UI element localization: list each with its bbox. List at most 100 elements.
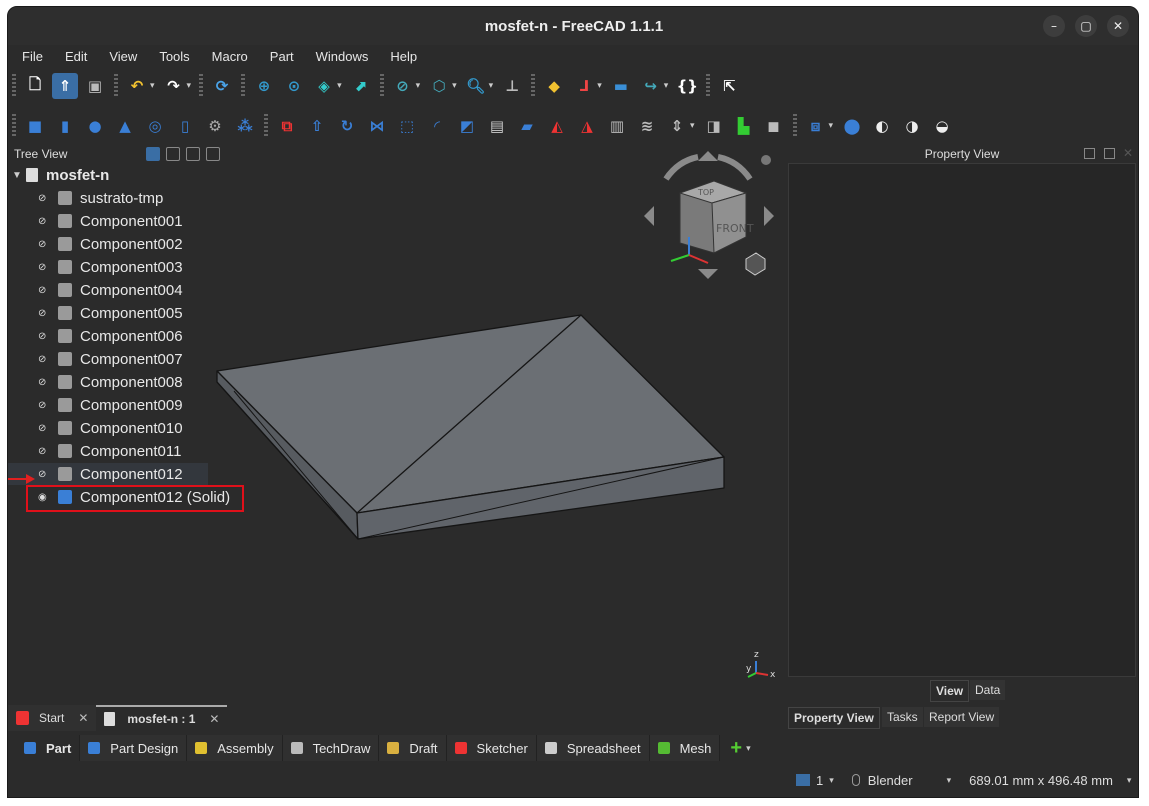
extrude-icon[interactable]: ⇧ — [304, 113, 330, 139]
visibility-off-icon[interactable]: ⊘ — [38, 239, 50, 250]
mirror-icon[interactable]: ⋈ — [364, 113, 390, 139]
cut-icon[interactable]: ◐ — [869, 113, 895, 139]
workbench-spreadsheet[interactable]: Spreadsheet — [536, 735, 650, 761]
visibility-off-icon[interactable]: ⊘ — [38, 331, 50, 342]
visibility-off-icon[interactable]: ⊘ — [38, 354, 50, 365]
fillet-icon[interactable]: ◜ — [424, 113, 450, 139]
draw-style-icon[interactable]: ⊘ — [390, 73, 416, 99]
folder-icon[interactable]: ▬ — [608, 73, 634, 99]
tree-item[interactable]: ⊘ sustrato-tmp — [8, 187, 242, 209]
navigation-cube[interactable]: TOP FRONT — [644, 151, 774, 279]
shape-builder-icon[interactable]: ⁂ — [232, 113, 258, 139]
measure-distance-icon[interactable]: ⊥ — [499, 73, 525, 99]
redo-icon[interactable]: ↷ — [161, 73, 187, 99]
menu-file[interactable]: File — [22, 49, 43, 64]
toolbar-grip[interactable] — [12, 114, 16, 138]
menu-edit[interactable]: Edit — [65, 49, 87, 64]
sync-view-icon[interactable] — [166, 147, 180, 161]
menu-macro[interactable]: Macro — [212, 49, 248, 64]
boolean-icon[interactable]: ⬤ — [839, 113, 865, 139]
cube-icon[interactable]: ■ — [22, 113, 48, 139]
fit-selection-icon[interactable]: ⊙ — [281, 73, 307, 99]
navcube-menu-icon[interactable] — [761, 155, 771, 165]
bounding-box-icon[interactable]: ⬚ — [394, 113, 420, 139]
sphere-icon[interactable]: ● — [82, 113, 108, 139]
visibility-off-icon[interactable]: ⊘ — [38, 262, 50, 273]
navcube-arrow-down-icon[interactable] — [698, 269, 718, 279]
visibility-off-icon[interactable]: ⊘ — [38, 423, 50, 434]
menu-help[interactable]: Help — [390, 49, 417, 64]
macro-icon[interactable]: {} — [674, 73, 700, 99]
tree-item[interactable]: ⊘ Component003 — [8, 256, 242, 278]
tab-view[interactable]: View — [930, 680, 970, 702]
float-panel-icon[interactable] — [1084, 148, 1095, 159]
close-button[interactable]: ✕ — [1107, 15, 1129, 37]
chamfer-icon[interactable]: ◩ — [454, 113, 480, 139]
part-icon[interactable]: ◆ — [541, 73, 567, 99]
loft-icon[interactable]: ◭ — [544, 113, 570, 139]
torus-icon[interactable]: ◎ — [142, 113, 168, 139]
common-icon[interactable]: ◒ — [929, 113, 955, 139]
menu-part[interactable]: Part — [270, 49, 294, 64]
workbench-part[interactable]: Part — [16, 735, 81, 761]
cylinder-icon[interactable]: ▮ — [52, 113, 78, 139]
menu-windows[interactable]: Windows — [316, 49, 369, 64]
projection-icon[interactable]: ▙ — [731, 113, 757, 139]
section-icon[interactable]: ▥ — [604, 113, 630, 139]
whats-this-icon[interactable]: ⇱ — [716, 73, 742, 99]
link-icon[interactable]: ↪ — [638, 73, 664, 99]
maximize-button[interactable]: ▢ — [1075, 15, 1097, 37]
zoom-icon[interactable]: 🔍︎ — [463, 73, 489, 99]
restore-panel-icon[interactable] — [1104, 148, 1115, 159]
undo-icon[interactable]: ↶ — [124, 73, 150, 99]
menu-tools[interactable]: Tools — [159, 49, 189, 64]
tab-tasks[interactable]: Tasks — [882, 707, 923, 727]
make-face-icon[interactable]: ▤ — [484, 113, 510, 139]
visibility-off-icon[interactable]: ⊘ — [38, 377, 50, 388]
visibility-off-icon[interactable]: ⊘ — [38, 308, 50, 319]
tree-item[interactable]: ⊘ Component006 — [8, 325, 242, 347]
std-view-icon[interactable]: ⬡ — [426, 73, 452, 99]
tab-property-view[interactable]: Property View — [788, 707, 880, 729]
sweep-icon[interactable]: ◮ — [574, 113, 600, 139]
tree-item[interactable]: ⊘ Component009 — [8, 394, 242, 416]
visibility-off-icon[interactable]: ⊘ — [38, 446, 50, 457]
tree-item[interactable]: ⊘ Component004 — [8, 279, 242, 301]
tree-item[interactable]: ⊘ Component010 — [8, 417, 242, 439]
tree-item[interactable]: ⊘ Component011 — [8, 440, 242, 462]
float-panel-icon[interactable] — [186, 147, 200, 161]
expand-arrow-icon[interactable]: ▼ — [12, 170, 22, 181]
save-icon[interactable]: ▣ — [82, 73, 108, 99]
show-visible-icon[interactable] — [146, 147, 160, 161]
measure-icon[interactable]: ⬈ — [348, 73, 374, 99]
workbench-draft[interactable]: Draft — [379, 735, 447, 761]
workbench-mesh[interactable]: Mesh — [649, 735, 721, 761]
refresh-icon[interactable]: ⟳ — [209, 73, 235, 99]
tree-item[interactable]: ⊘ Component008 — [8, 371, 242, 393]
tab-report-view[interactable]: Report View — [924, 707, 1000, 727]
visibility-off-icon[interactable]: ⊘ — [38, 216, 50, 227]
extrude-sketch-icon[interactable]: ⧉ — [274, 113, 300, 139]
close-tab-icon[interactable]: ✕ — [78, 711, 88, 725]
compound-icon[interactable]: ⧈ — [803, 113, 829, 139]
navcube-arrow-left-icon[interactable] — [644, 206, 654, 226]
tab-data[interactable]: Data — [970, 680, 1006, 700]
revolve-icon[interactable]: ↻ — [334, 113, 360, 139]
property-table[interactable] — [788, 163, 1136, 677]
tab-start[interactable]: Start ✕ — [8, 705, 97, 731]
isometric-view-icon[interactable]: ◈ — [311, 73, 337, 99]
cone-icon[interactable]: ▲ — [112, 113, 138, 139]
model-solid[interactable] — [216, 314, 725, 540]
cross-sections-icon[interactable]: ≋ — [634, 113, 660, 139]
tree-item[interactable]: ⊘ Component005 — [8, 302, 242, 324]
add-workbench-icon[interactable]: + — [730, 737, 742, 760]
workbench-techdraw[interactable]: TechDraw — [282, 735, 380, 761]
navcube-rotate-left-icon[interactable] — [663, 154, 699, 181]
navcube-rotate-right-icon[interactable] — [717, 154, 753, 181]
visibility-off-icon[interactable]: ⊘ — [38, 193, 50, 204]
solid-icon[interactable]: ◼ — [761, 113, 787, 139]
workbench-assembly[interactable]: Assembly — [187, 735, 283, 761]
thickness-icon[interactable]: ◨ — [701, 113, 727, 139]
tree-item[interactable]: ⊘ Component012 — [8, 463, 208, 485]
ruled-surface-icon[interactable]: ▰ — [514, 113, 540, 139]
